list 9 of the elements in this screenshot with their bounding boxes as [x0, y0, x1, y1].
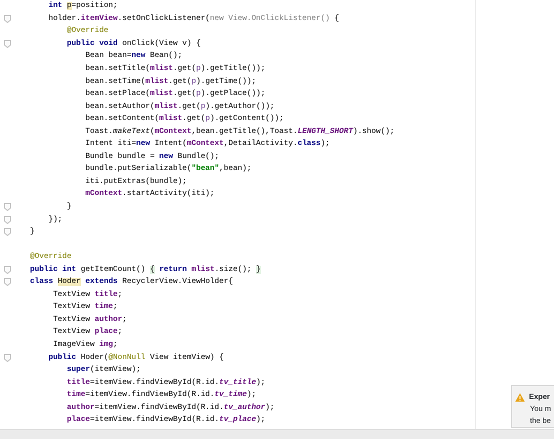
fold-icon[interactable] [4, 228, 11, 236]
fold-icon[interactable] [4, 14, 11, 23]
fold-icon[interactable] [4, 278, 11, 286]
horizontal-scrollbar[interactable] [0, 429, 554, 439]
fold-icon[interactable] [4, 40, 11, 48]
fold-icon[interactable] [4, 216, 11, 224]
fold-icon[interactable] [4, 266, 11, 274]
fold-icon[interactable] [4, 203, 11, 212]
fold-icon[interactable] [4, 354, 11, 362]
